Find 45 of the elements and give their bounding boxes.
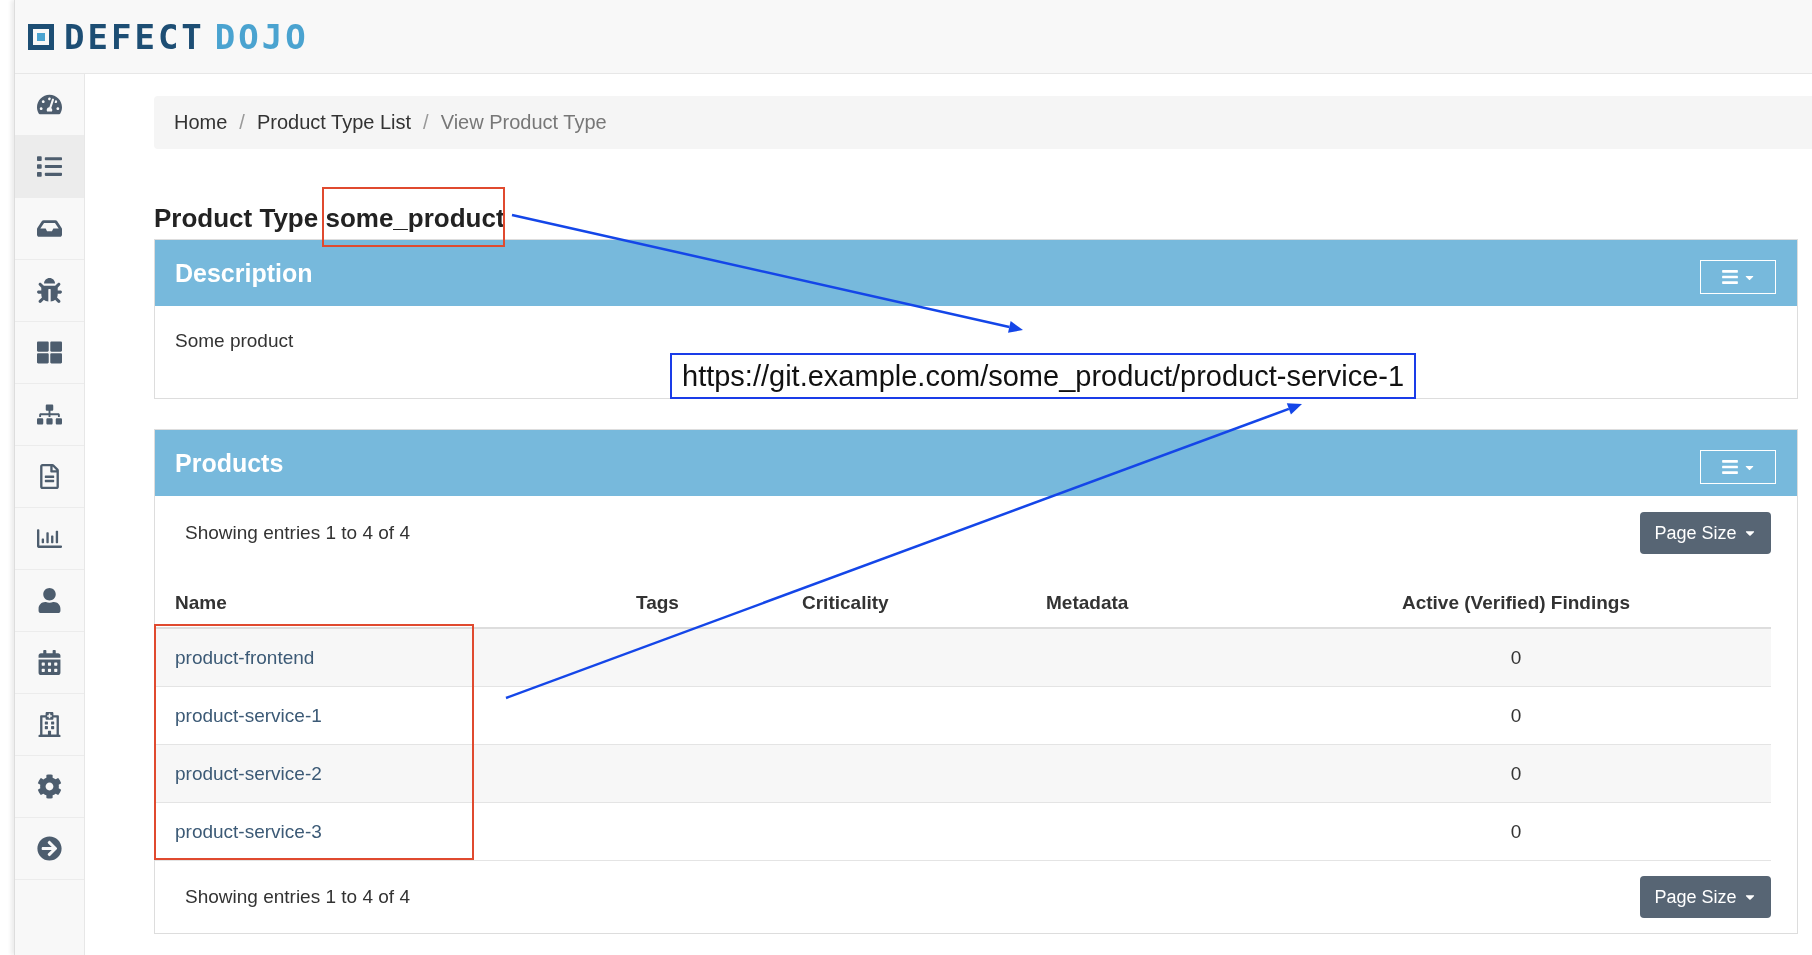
description-text: Some product xyxy=(175,330,294,351)
menu-icon xyxy=(1720,458,1739,476)
sidebar-item[interactable] xyxy=(15,136,84,198)
bar-chart-icon xyxy=(37,526,62,551)
list-icon xyxy=(37,154,62,179)
findings-cell-text: 0 xyxy=(1509,646,1523,669)
column-header: Tags xyxy=(636,592,680,614)
user-icon xyxy=(37,588,62,613)
grid-icon xyxy=(37,340,62,365)
breadcrumb-link[interactable]: View Product Type xyxy=(440,111,607,134)
column-header: Criticality xyxy=(802,592,890,614)
menu-icon xyxy=(1720,268,1739,286)
breadcrumb-separator: / xyxy=(238,111,246,134)
hierarchy-icon xyxy=(37,402,62,427)
product-link[interactable]: product-service-1 xyxy=(175,704,322,727)
product-link[interactable]: product-service-2 xyxy=(175,762,322,785)
panel-title: Products xyxy=(175,448,284,478)
breadcrumb-link[interactable]: Product Type List xyxy=(256,111,412,134)
entries-count: Showing entries 1 to 4 of 4 xyxy=(185,522,410,544)
logo-text: DOJO xyxy=(214,16,309,57)
breadcrumb-link[interactable]: Home xyxy=(174,111,228,134)
panel-title: Description xyxy=(175,258,313,288)
annotation-label: https://git.example.com/some_product/product-service-1 xyxy=(670,353,1417,399)
findings-cell-text: 0 xyxy=(1509,762,1523,785)
findings-cell-text: 0 xyxy=(1509,820,1523,843)
column-header: Name xyxy=(175,592,228,614)
document-icon xyxy=(37,464,62,489)
page-size-button[interactable]: Page Size xyxy=(1640,512,1771,554)
product-link[interactable]: product-frontend xyxy=(175,646,315,669)
product-link[interactable]: product-service-3 xyxy=(175,820,322,843)
bug-icon xyxy=(37,278,62,303)
building-icon xyxy=(37,712,62,737)
page-size-button[interactable]: Page Size xyxy=(1640,876,1771,918)
logo-icon xyxy=(28,23,54,50)
calendar-icon xyxy=(37,650,62,675)
page-title: Product Type some_product xyxy=(154,203,506,233)
breadcrumb-separator: / xyxy=(422,111,430,134)
entries-count: Showing entries 1 to 4 of 4 xyxy=(185,886,410,908)
column-header: Metadata xyxy=(1046,592,1130,614)
findings-cell-text: 0 xyxy=(1509,704,1523,727)
gauge-icon xyxy=(37,92,62,117)
settings-icon xyxy=(37,774,62,799)
column-header: Active (Verified) Findings xyxy=(1400,592,1631,614)
arrow-right-icon xyxy=(37,836,62,861)
logo-text: DEFECT xyxy=(64,16,205,57)
